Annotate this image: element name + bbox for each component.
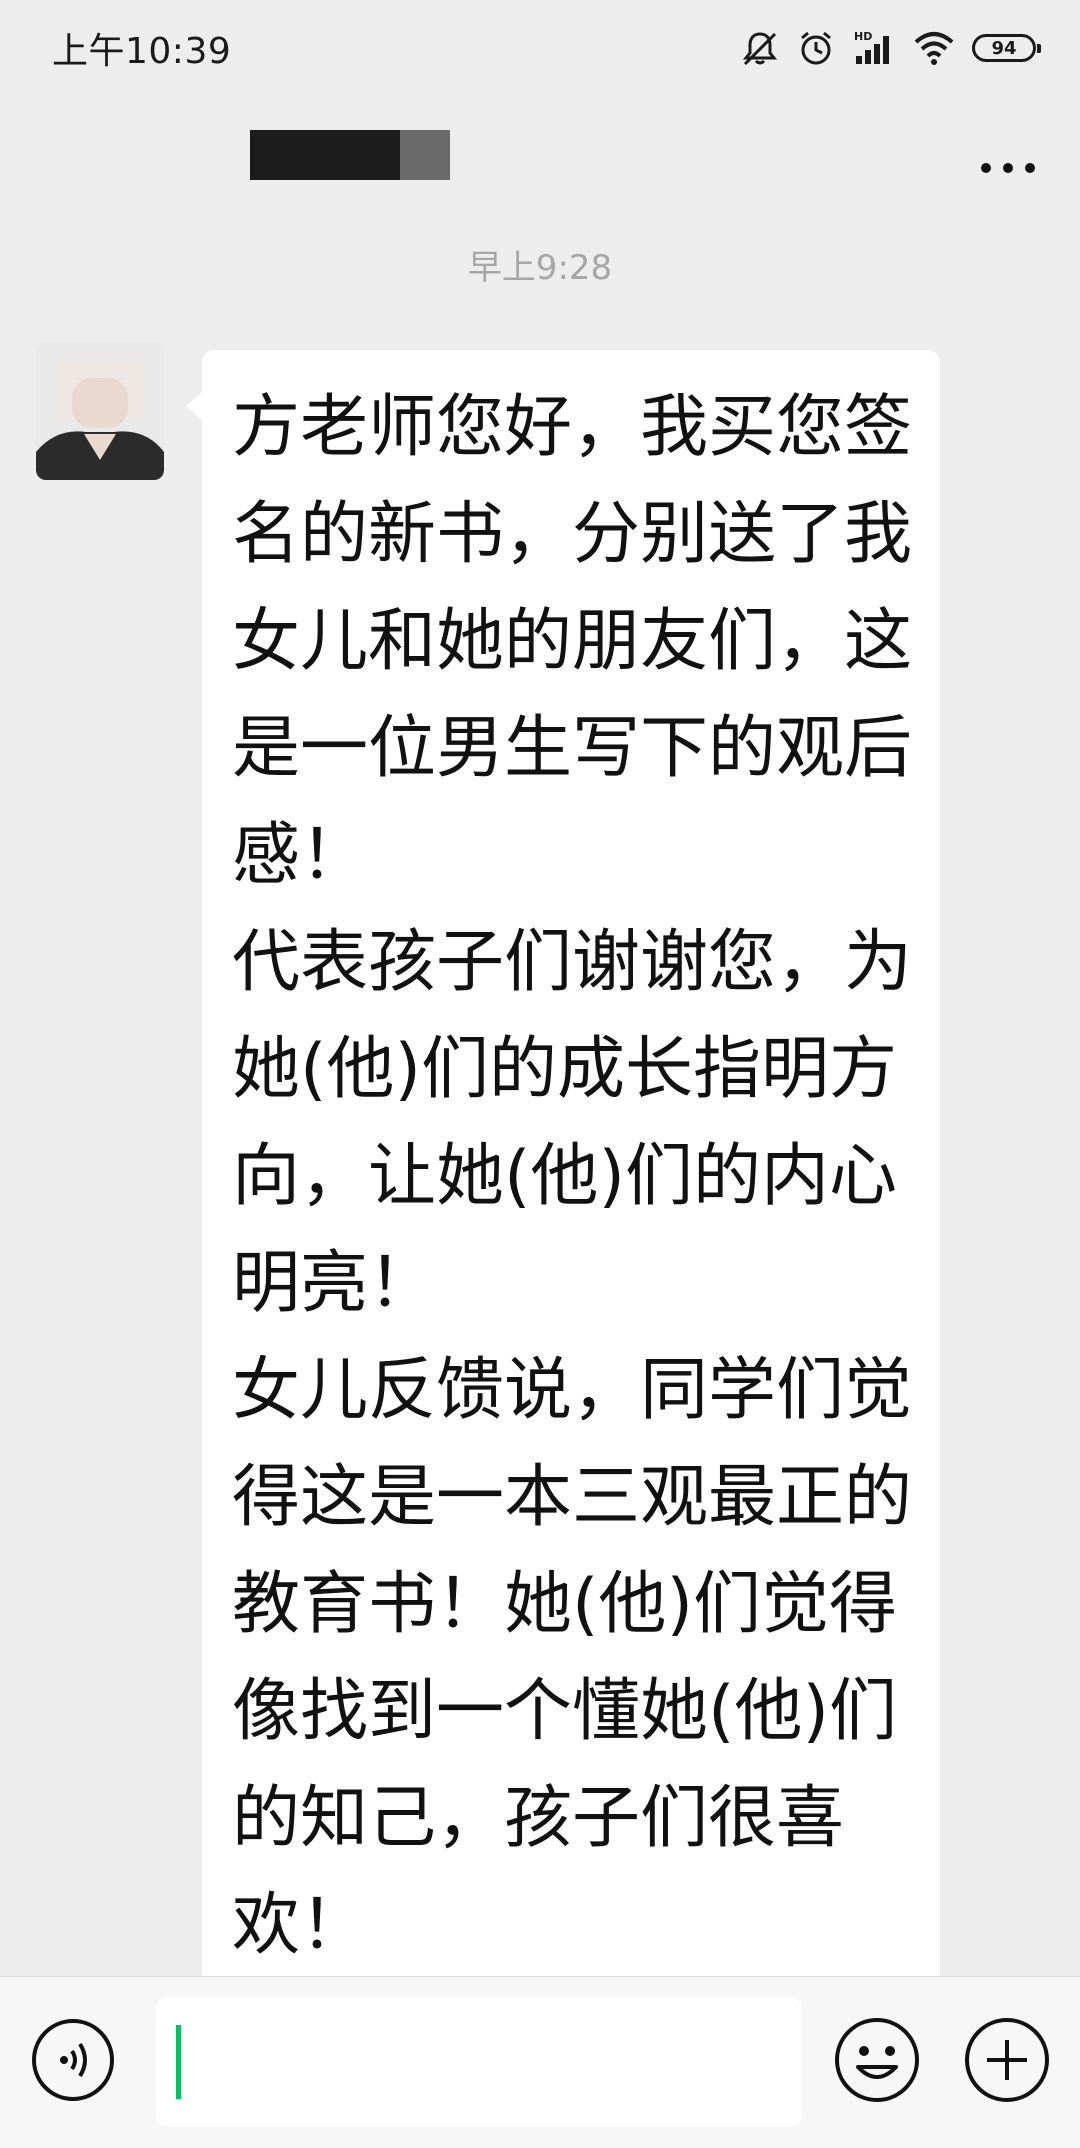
- mute-icon: [740, 28, 780, 68]
- status-bar: 上午10:39 HD 94: [0, 0, 1080, 96]
- message-text: 方老师您好，我买您签名的新书，分别送了我女儿和她的朋友们，这是一位男生写下的观后…: [232, 388, 913, 1965]
- contact-name-redaction-edge: [400, 130, 450, 180]
- message-timestamp: 早上9:28: [467, 248, 613, 288]
- voice-button[interactable]: [30, 2017, 116, 2103]
- plus-button[interactable]: [962, 2015, 1052, 2105]
- plus-icon: [965, 2018, 1049, 2102]
- input-bar: [0, 1976, 1080, 2148]
- more-button[interactable]: [972, 148, 1044, 188]
- more-icon: [981, 163, 1035, 173]
- chat-screen: 上午10:39 HD 94 早上9:28 方老师您好，我买您签名的新书，分别送了…: [0, 0, 1080, 2148]
- network-label: HD: [854, 30, 872, 43]
- emoji-button[interactable]: [832, 2015, 922, 2105]
- battery-icon: 94: [972, 34, 1041, 62]
- title-bar: [0, 96, 1080, 236]
- voice-icon: [32, 2019, 114, 2101]
- emoji-icon: [835, 2018, 919, 2102]
- avatar[interactable]: [36, 342, 164, 480]
- text-caret: [176, 2025, 181, 2099]
- status-icons: HD 94: [740, 24, 1041, 72]
- message-bubble[interactable]: 方老师您好，我买您签名的新书，分别送了我女儿和她的朋友们，这是一位男生写下的观后…: [186, 350, 940, 1990]
- alarm-icon: [796, 28, 836, 68]
- status-time: 上午10:39: [52, 31, 232, 72]
- hd-signal-icon: HD: [852, 28, 896, 68]
- battery-level: 94: [991, 37, 1017, 59]
- message-input[interactable]: [156, 1997, 802, 2127]
- wifi-icon: [912, 28, 956, 68]
